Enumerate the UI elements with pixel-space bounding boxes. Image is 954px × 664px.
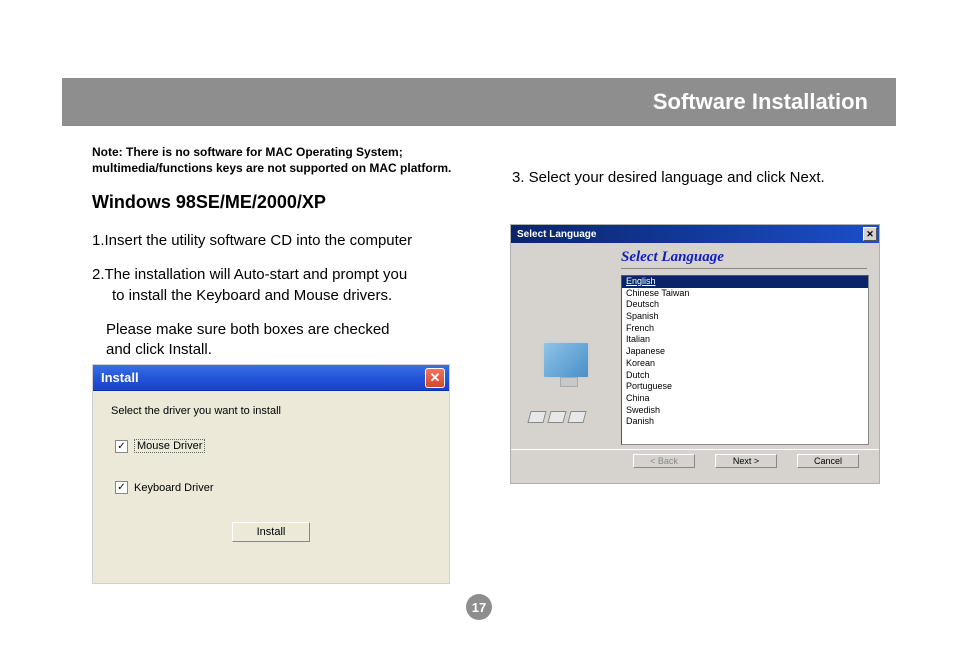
language-footer: < Back Next > Cancel [511,449,879,474]
language-item[interactable]: Chinese Taiwan [622,288,868,300]
step-3: 3. Select your desired language and clic… [512,168,882,188]
language-item[interactable]: Portuguese [622,381,868,393]
step-2-extra: Please make sure both boxes are checked … [92,320,456,361]
language-item[interactable]: Danish [622,416,868,428]
step-2-line1: 2.The installation will Auto-start and p… [92,266,407,283]
language-item[interactable]: China [622,393,868,405]
language-listbox[interactable]: English Chinese Taiwan Deutsch Spanish F… [621,275,869,445]
mouse-driver-checkbox[interactable]: ✓ [115,440,128,453]
language-body: English Chinese Taiwan Deutsch Spanish F… [511,269,879,449]
install-button-row: Install [111,522,431,542]
language-close-button[interactable]: ✕ [863,227,877,241]
page-title: Software Installation [653,89,868,115]
step-2-line2: to install the Keyboard and Mouse driver… [92,286,456,306]
back-button: < Back [633,454,695,468]
right-column: 3. Select your desired language and clic… [512,168,882,202]
install-body: Select the driver you want to install ✓ … [93,391,449,552]
language-item[interactable]: French [622,323,868,335]
language-item[interactable]: Japanese [622,346,868,358]
left-column: Windows 98SE/ME/2000/XP 1.Insert the uti… [92,192,456,360]
note-line2: multimedia/functions keys are not suppor… [92,161,451,175]
page-number: 17 [472,600,486,615]
install-button[interactable]: Install [232,522,311,542]
disk-icon [527,411,546,423]
page-number-badge: 17 [466,594,492,620]
monitor-icon [542,341,590,379]
close-button[interactable]: ✕ [425,368,445,388]
mac-note: Note: There is no software for MAC Opera… [92,144,512,176]
language-titlebar: Select Language ✕ [511,225,879,243]
mouse-driver-label: Mouse Driver [134,439,205,453]
language-item[interactable]: Italian [622,334,868,346]
language-heading: Select Language [621,249,867,269]
language-item[interactable]: Dutch [622,370,868,382]
step-2-line3: Please make sure both boxes are checked [106,321,390,338]
header-bar: Software Installation [62,78,896,126]
next-button[interactable]: Next > [715,454,777,468]
keyboard-driver-checkbox[interactable]: ✓ [115,481,128,494]
os-heading: Windows 98SE/ME/2000/XP [92,192,456,213]
keyboard-driver-row[interactable]: ✓ Keyboard Driver [115,481,431,494]
note-line1: Note: There is no software for MAC Opera… [92,145,403,159]
step-1: 1.Insert the utility software CD into th… [92,231,456,251]
computer-graphic [521,275,611,445]
install-titlebar: Install ✕ [93,365,449,391]
disk-icon [547,411,566,423]
step-2: 2.The installation will Auto-start and p… [92,265,456,306]
cancel-button[interactable]: Cancel [797,454,859,468]
close-icon: ✕ [866,229,874,240]
install-dialog-title: Install [101,370,139,385]
language-item[interactable]: Korean [622,358,868,370]
language-dialog: Select Language ✕ Select Language Englis… [510,224,880,484]
keyboard-driver-label: Keyboard Driver [134,482,213,494]
disks-icon [529,411,589,423]
mouse-driver-row[interactable]: ✓ Mouse Driver [115,439,431,453]
step-2-line4: and click Install. [106,341,212,358]
disk-icon [567,411,586,423]
close-icon: ✕ [430,370,441,386]
language-item[interactable]: Swedish [622,405,868,417]
language-item[interactable]: Deutsch [622,299,868,311]
language-item[interactable]: Spanish [622,311,868,323]
install-prompt: Select the driver you want to install [111,405,431,417]
language-dialog-title: Select Language [517,229,596,240]
language-item-english[interactable]: English [622,276,868,288]
language-heading-area: Select Language [511,243,879,269]
install-dialog: Install ✕ Select the driver you want to … [92,364,450,584]
